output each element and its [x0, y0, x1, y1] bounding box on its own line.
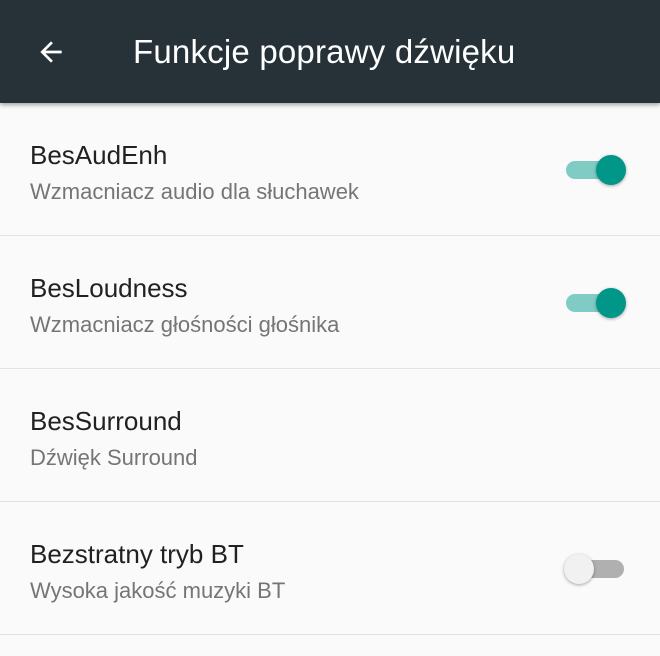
setting-title: BesSurround	[30, 406, 182, 436]
app-bar: Funkcje poprawy dźwięku	[0, 0, 660, 103]
switch-thumb	[564, 554, 594, 584]
settings-list: BesAudEnh Wzmacniacz audio dla słuchawek…	[0, 103, 660, 635]
setting-title: BesLoudness	[30, 273, 188, 303]
setting-subtitle: Dźwięk Surround	[30, 445, 198, 470]
switch-thumb	[596, 155, 626, 185]
setting-subtitle: Wzmacniacz głośności głośnika	[30, 312, 340, 337]
setting-title: Bezstratny tryb BT	[30, 539, 244, 569]
setting-row-bessurround[interactable]: BesSurround Dźwięk Surround	[0, 369, 660, 502]
setting-row-besaudenh[interactable]: BesAudEnh Wzmacniacz audio dla słuchawek	[0, 103, 660, 236]
toggle-switch-bezstratny-bt[interactable]	[564, 554, 626, 584]
setting-subtitle: Wzmacniacz audio dla słuchawek	[30, 179, 359, 204]
page-title: Funkcje poprawy dźwięku	[133, 32, 516, 70]
setting-title: BesAudEnh	[30, 140, 168, 170]
switch-thumb	[596, 288, 626, 318]
setting-row-bezstratny-bt[interactable]: Bezstratny tryb BT Wysoka jakość muzyki …	[0, 502, 660, 635]
arrow-back-icon	[40, 41, 62, 63]
toggle-switch-besaudenh[interactable]	[564, 155, 626, 185]
back-button[interactable]	[35, 36, 67, 68]
setting-subtitle: Wysoka jakość muzyki BT	[30, 578, 286, 603]
setting-row-besloudness[interactable]: BesLoudness Wzmacniacz głośności głośnik…	[0, 236, 660, 369]
toggle-switch-besloudness[interactable]	[564, 288, 626, 318]
